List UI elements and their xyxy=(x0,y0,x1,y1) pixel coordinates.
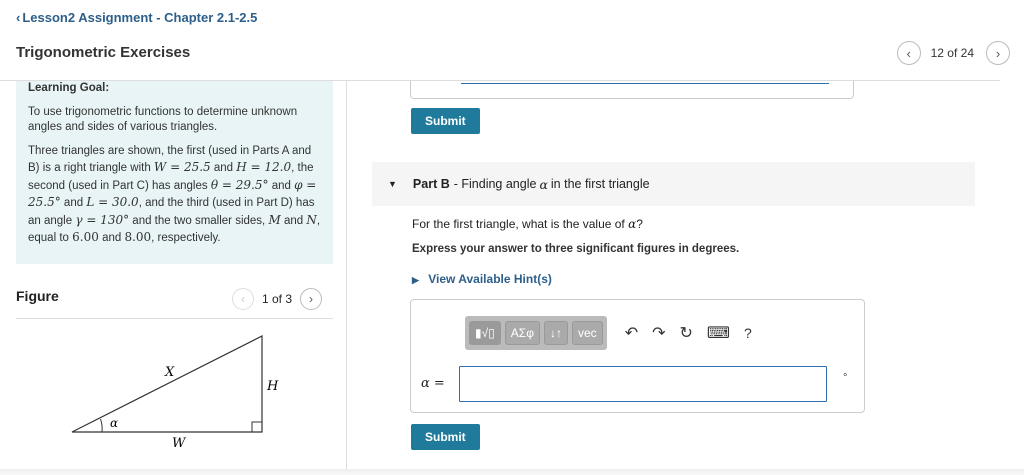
goal-m-value: 6.00 xyxy=(72,230,99,245)
goal-text: and xyxy=(63,197,84,210)
answer-variable-label: α = xyxy=(421,376,445,391)
bottom-shadow xyxy=(0,469,1024,475)
expand-triangle-icon: ▶ xyxy=(412,275,419,285)
question-text: For the first triangle, what is the valu… xyxy=(412,217,625,231)
answer-variable: α xyxy=(421,376,430,391)
chevron-left-icon: ‹ xyxy=(16,10,21,25)
figure-title: Figure xyxy=(16,288,59,304)
vector-button[interactable]: vec xyxy=(572,321,603,345)
collapse-triangle-icon: ▼ xyxy=(388,179,397,189)
part-b-header[interactable]: ▼ Part B - Finding angle α in the first … xyxy=(372,162,975,206)
part-b-answer-panel: ▮√▯ ΑΣφ ↓↑ vec ↶ ↷ ↻ ⌨ ? α = ° xyxy=(410,299,865,413)
math-toolbar: ▮√▯ ΑΣφ ↓↑ vec ↶ ↷ ↻ ⌨ ? xyxy=(465,316,752,350)
triangle-outline xyxy=(71,335,263,433)
question-text: ? xyxy=(636,217,643,231)
alpha-answer-input[interactable] xyxy=(459,366,827,402)
figure-divider xyxy=(16,318,333,319)
goal-gamma-value: γ = 130° xyxy=(75,212,130,227)
redo-icon[interactable]: ↷ xyxy=(652,323,665,343)
back-to-assignment-link[interactable]: ‹ Lesson2 Assignment - Chapter 2.1-2.5 xyxy=(16,10,257,25)
undo-icon[interactable]: ↶ xyxy=(625,323,638,343)
goal-n-symbol: N xyxy=(306,212,317,227)
goal-text: and xyxy=(271,179,291,192)
question-alpha: α xyxy=(628,217,637,231)
part-a-answer-input-edge xyxy=(461,83,829,84)
greek-symbols-button[interactable]: ΑΣφ xyxy=(504,321,540,345)
next-item-button[interactable]: › xyxy=(986,41,1010,65)
part-b-question: For the first triangle, what is the valu… xyxy=(412,217,643,231)
figure-position: 1 of 3 xyxy=(262,292,293,306)
item-pager: ‹ 12 of 24 › xyxy=(896,41,1010,65)
reset-icon[interactable]: ↻ xyxy=(680,323,693,343)
templates-button[interactable]: ▮√▯ xyxy=(469,321,501,345)
part-b-title-text: in the first triangle xyxy=(550,177,650,191)
previous-item-button[interactable]: ‹ xyxy=(896,41,921,65)
help-icon[interactable]: ? xyxy=(744,325,752,341)
right-angle-marker xyxy=(251,421,263,433)
learning-goal-description: Three triangles are shown, the first (us… xyxy=(28,144,321,247)
part-b-instruction: Express your answer to three significant… xyxy=(412,243,740,255)
side-x-label: X xyxy=(164,365,175,380)
goal-w-value: W = 25.5 xyxy=(153,160,211,175)
next-figure-button[interactable]: › xyxy=(300,288,323,310)
previous-figure-button[interactable]: ‹ xyxy=(232,288,254,310)
view-hints-label: View Available Hint(s) xyxy=(428,272,552,286)
goal-text: and xyxy=(283,214,304,227)
goal-l-value: L = 30.0 xyxy=(86,195,139,210)
subscript-superscript-button[interactable]: ↓↑ xyxy=(544,321,568,345)
angle-arc xyxy=(100,418,103,433)
learning-goal-box: Learning Goal: To use trigonometric func… xyxy=(16,81,333,264)
chevron-right-icon: › xyxy=(995,45,1001,61)
column-divider xyxy=(346,81,347,475)
goal-text: , respectively. xyxy=(151,232,221,245)
math-template-group: ▮√▯ ΑΣφ ↓↑ vec xyxy=(465,316,607,350)
goal-h-value: H = 12.0 xyxy=(236,160,292,175)
part-a-submit-button[interactable]: Submit xyxy=(411,108,480,134)
view-hints-link[interactable]: ▶ View Available Hint(s) xyxy=(412,272,552,286)
goal-text: and the two smaller sides, xyxy=(132,214,266,227)
chevron-left-icon: ‹ xyxy=(241,292,245,306)
part-b-submit-button[interactable]: Submit xyxy=(411,424,480,450)
page-title: Trigonometric Exercises xyxy=(16,44,191,61)
answer-equals: = xyxy=(433,376,445,391)
degree-unit-label: ° xyxy=(843,372,848,384)
goal-n-value: 8.00 xyxy=(124,230,152,245)
goal-text: and xyxy=(102,232,122,245)
angle-alpha-label: α xyxy=(110,416,118,430)
part-b-title-alpha: α xyxy=(539,176,548,192)
side-w-label: W xyxy=(172,436,187,448)
chevron-left-icon: ‹ xyxy=(906,45,911,61)
item-position: 12 of 24 xyxy=(930,46,974,60)
part-a-answer-box xyxy=(410,81,854,99)
math-action-icons: ↶ ↷ ↻ ⌨ ? xyxy=(625,323,752,343)
part-b-title-text: - Finding angle xyxy=(453,177,537,191)
learning-goal-intro: To use trigonometric functions to determ… xyxy=(28,105,298,134)
goal-text: and xyxy=(213,162,234,175)
goal-m-symbol: M xyxy=(268,212,281,227)
keyboard-icon[interactable]: ⌨ xyxy=(707,323,730,343)
side-h-label: H xyxy=(266,379,279,394)
learning-goal-title: Learning Goal: xyxy=(28,82,110,94)
part-b-label: Part B xyxy=(412,177,450,191)
figure-pager: ‹ 1 of 3 › xyxy=(232,288,323,310)
chevron-right-icon: › xyxy=(309,292,314,306)
goal-theta-value: θ = 29.5° xyxy=(210,177,269,192)
right-triangle-figure: X H W α xyxy=(71,335,279,448)
back-link-label: Lesson2 Assignment - Chapter 2.1-2.5 xyxy=(22,10,258,25)
